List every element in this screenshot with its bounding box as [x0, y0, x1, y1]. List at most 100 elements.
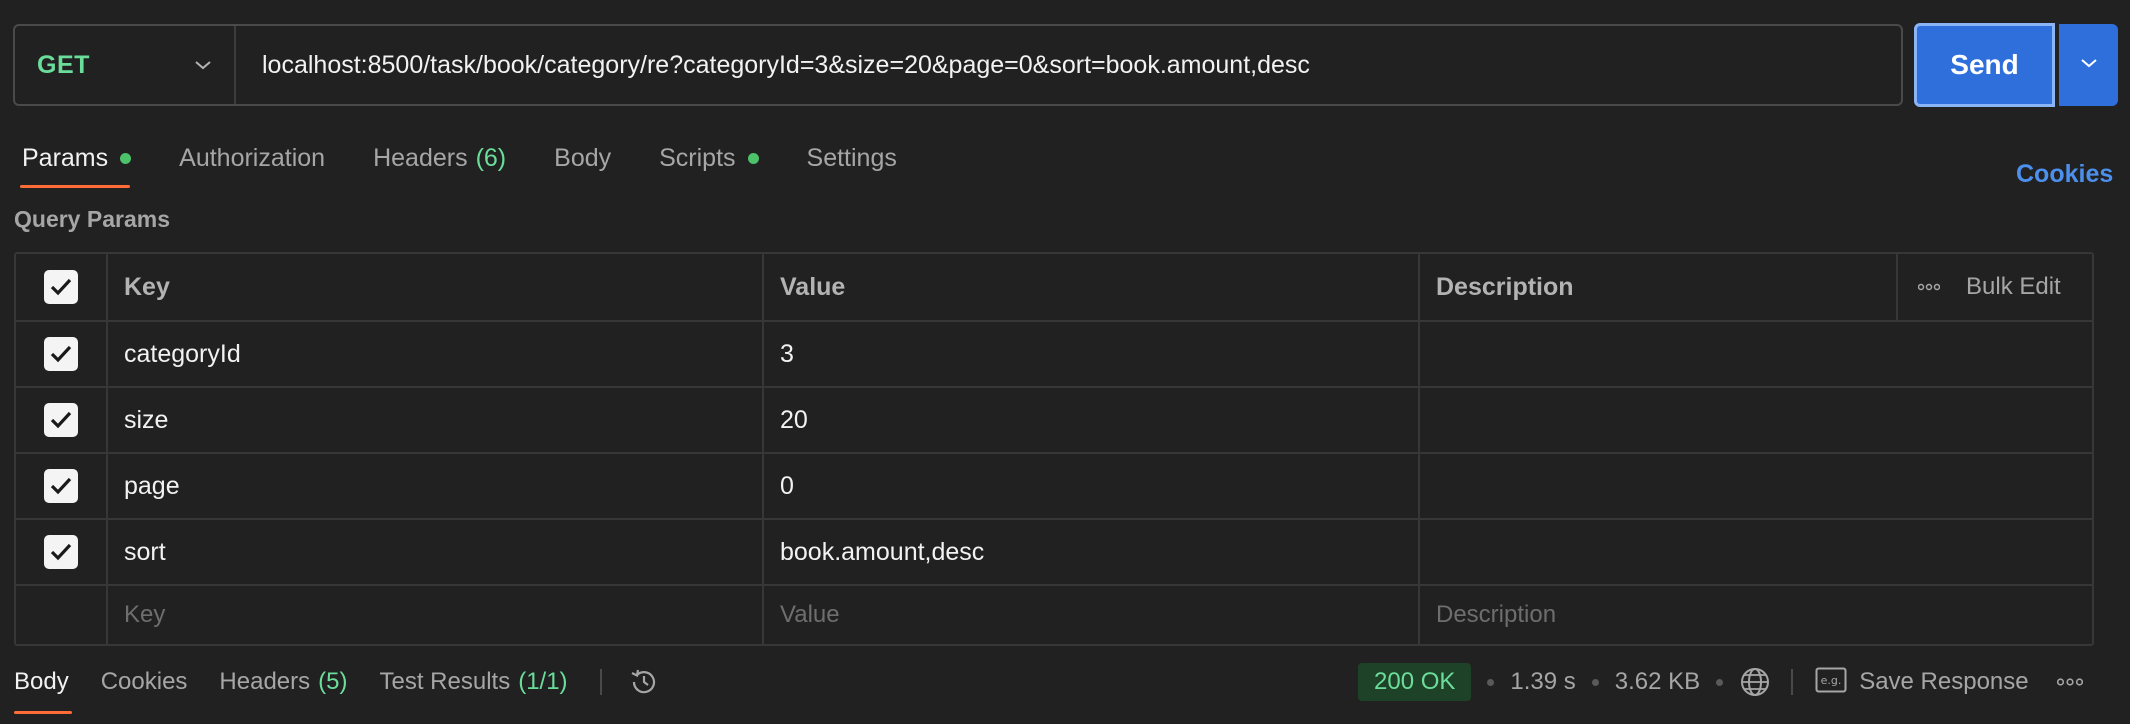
column-header-value: Value — [762, 254, 1418, 320]
globe-icon[interactable] — [1739, 666, 1771, 698]
tab-label: Scripts — [659, 143, 736, 172]
checkmark-icon — [50, 477, 72, 495]
tab-count: (6) — [475, 143, 507, 172]
more-options-icon[interactable] — [1917, 278, 1941, 296]
tab-label: Cookies — [100, 668, 188, 695]
tab-label: Headers — [373, 143, 468, 172]
response-bar: Body Cookies Headers (5) Test Results (1… — [0, 648, 2130, 724]
tab-count: (1/1) — [518, 668, 568, 695]
tab-params[interactable]: Params — [20, 140, 132, 188]
response-size[interactable]: 3.62 KB — [1615, 668, 1700, 696]
row-check-cell — [16, 520, 106, 584]
param-description-cell[interactable] — [1418, 520, 2092, 584]
row-checkbox[interactable] — [44, 535, 78, 569]
select-all-cell — [16, 254, 106, 320]
param-key: size — [124, 405, 169, 434]
table-row: page 0 — [16, 452, 2092, 518]
row-checkbox[interactable] — [44, 403, 78, 437]
modified-dot-icon — [747, 152, 759, 164]
param-key: categoryId — [124, 339, 241, 368]
bulk-edit-cell: Bulk Edit — [1896, 254, 2092, 320]
response-tab-test-results[interactable]: Test Results (1/1) — [379, 664, 567, 700]
tab-scripts[interactable]: Scripts — [659, 140, 759, 176]
row-checkbox[interactable] — [44, 469, 78, 503]
param-value: 0 — [780, 471, 794, 500]
separator-dot — [1591, 678, 1599, 686]
save-response-button[interactable]: e.g. Save Response — [1815, 667, 2029, 698]
tab-label: Test Results — [379, 668, 511, 695]
divider — [599, 669, 602, 695]
param-key-cell[interactable]: sort — [106, 520, 762, 584]
request-bar: GET localhost:8500/task/book/category/re… — [13, 24, 1903, 106]
value-placeholder: Value — [780, 601, 840, 628]
history-icon[interactable] — [628, 666, 660, 698]
param-value-cell[interactable]: 20 — [762, 388, 1418, 452]
status-badge[interactable]: 200 OK — [1358, 663, 1472, 701]
save-response-label: Save Response — [1859, 668, 2029, 695]
param-description-cell[interactable] — [1418, 388, 2092, 452]
response-tab-cookies[interactable]: Cookies — [101, 664, 188, 700]
param-key: page — [124, 471, 180, 500]
tab-label: Params — [22, 143, 109, 172]
response-meta: 200 OK 1.39 s 3.62 KB e.g. Save Response — [1358, 662, 2083, 702]
tab-authorization[interactable]: Authorization — [179, 140, 325, 176]
checkmark-icon — [50, 543, 72, 561]
param-value: 20 — [780, 405, 808, 434]
tab-settings[interactable]: Settings — [807, 140, 897, 176]
url-input[interactable]: localhost:8500/task/book/category/re?cat… — [236, 51, 1310, 80]
header-label: Key — [124, 272, 170, 301]
svg-text:e.g.: e.g. — [1821, 674, 1842, 687]
param-key-cell[interactable]: size — [106, 388, 762, 452]
row-check-cell — [16, 454, 106, 518]
key-placeholder: Key — [124, 601, 166, 628]
header-label: Value — [780, 272, 846, 301]
example-icon: e.g. — [1815, 667, 1847, 698]
param-value-cell[interactable]: book.amount,desc — [762, 520, 1418, 584]
param-description-cell[interactable] — [1418, 322, 2092, 386]
param-key-cell[interactable]: categoryId — [106, 322, 762, 386]
tab-label: Headers — [219, 668, 311, 695]
method-label: GET — [37, 50, 90, 79]
postman-request-panel: GET localhost:8500/task/book/category/re… — [0, 0, 2130, 724]
tab-count: (5) — [318, 668, 348, 695]
query-params-table: Key Value Description Bulk Edit category… — [14, 252, 2094, 646]
tab-label: Body — [554, 143, 612, 172]
table-row: categoryId 3 — [16, 320, 2092, 386]
modified-dot-icon — [120, 152, 132, 164]
new-value-input[interactable]: Value — [762, 586, 1418, 644]
divider — [1791, 669, 1794, 695]
active-tab-indicator — [20, 185, 130, 188]
tab-headers[interactable]: Headers (6) — [373, 140, 506, 176]
chevron-down-icon — [2080, 56, 2098, 74]
checkmark-icon — [50, 278, 72, 296]
more-options-icon[interactable] — [2056, 678, 2083, 686]
param-key: sort — [124, 537, 166, 566]
bulk-edit-button[interactable]: Bulk Edit — [1966, 273, 2061, 301]
param-value-cell[interactable]: 0 — [762, 454, 1418, 518]
send-options-button[interactable] — [2059, 24, 2118, 106]
row-checkbox[interactable] — [44, 337, 78, 371]
param-value-cell[interactable]: 3 — [762, 322, 1418, 386]
new-param-row: Key Value Description — [16, 584, 2092, 644]
response-tab-headers[interactable]: Headers (5) — [219, 664, 347, 700]
param-description-cell[interactable] — [1418, 454, 2092, 518]
tab-label: Settings — [806, 143, 897, 172]
response-time[interactable]: 1.39 s — [1510, 668, 1575, 696]
table-header-row: Key Value Description Bulk Edit — [16, 254, 2092, 320]
row-check-cell — [16, 322, 106, 386]
method-select[interactable]: GET — [15, 26, 236, 104]
cookies-link[interactable]: Cookies — [2016, 160, 2113, 189]
tab-body[interactable]: Body — [554, 140, 611, 176]
new-key-input[interactable]: Key — [106, 586, 762, 644]
param-value: 3 — [780, 339, 794, 368]
select-all-checkbox[interactable] — [44, 270, 78, 304]
column-header-key: Key — [106, 254, 762, 320]
checkmark-icon — [50, 411, 72, 429]
send-button[interactable]: Send — [1914, 23, 2055, 107]
separator-dot — [1716, 678, 1724, 686]
new-description-input[interactable]: Description — [1418, 586, 2092, 644]
param-key-cell[interactable]: page — [106, 454, 762, 518]
response-tab-body[interactable]: Body — [14, 664, 72, 714]
row-check-cell — [16, 388, 106, 452]
column-header-description: Description — [1418, 254, 1896, 320]
